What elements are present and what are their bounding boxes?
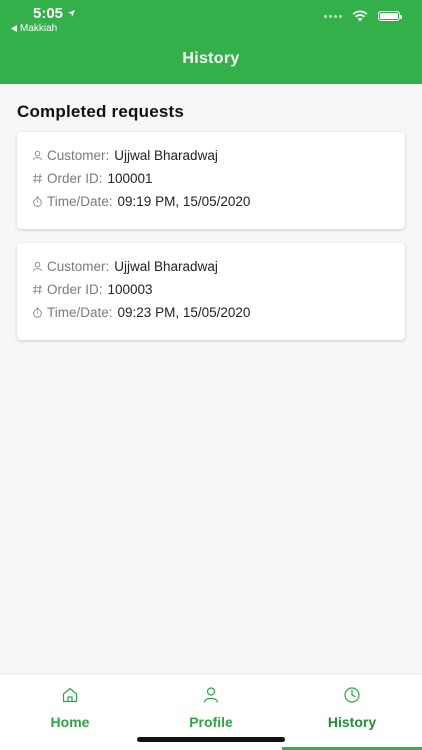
order-id-row: Order ID: 100003: [31, 278, 391, 301]
stopwatch-icon: [31, 196, 43, 208]
time-date-row: Time/Date: 09:23 PM, 15/05/2020: [31, 301, 391, 324]
order-id: 100001: [107, 171, 153, 186]
location-arrow-icon: [67, 9, 76, 18]
person-icon: [31, 261, 43, 273]
battery-icon: [378, 11, 402, 21]
page-title: History: [182, 50, 240, 67]
customer-row: Customer: Ujjwal Bharadwaj: [31, 144, 391, 167]
bottom-tab-bar: Home Profile History: [0, 673, 422, 750]
back-to-app-link[interactable]: Makkiah: [11, 23, 57, 34]
customer-name: Ujjwal Bharadwaj: [114, 259, 218, 274]
app-header: 5:05 Makkiah History: [0, 0, 422, 84]
customer-row: Customer: Ujjwal Bharadwaj: [31, 255, 391, 278]
status-bar: 5:05 Makkiah: [0, 0, 422, 36]
status-time: 5:05: [33, 5, 76, 22]
signal-icon: [324, 14, 342, 18]
tab-history[interactable]: History: [282, 674, 422, 750]
wifi-icon: [352, 10, 368, 22]
hash-icon: [31, 284, 43, 296]
tab-home[interactable]: Home: [0, 674, 140, 750]
person-icon: [203, 687, 219, 703]
order-id: 100003: [107, 282, 153, 297]
customer-name: Ujjwal Bharadwaj: [114, 148, 218, 163]
hash-icon: [31, 173, 43, 185]
time-date: 09:19 PM, 15/05/2020: [117, 194, 251, 209]
home-icon: [62, 687, 78, 703]
time-date-row: Time/Date: 09:19 PM, 15/05/2020: [31, 190, 391, 213]
status-indicators: [324, 10, 402, 22]
clock-icon: [344, 687, 360, 703]
section-title: Completed requests: [17, 102, 185, 121]
stopwatch-icon: [31, 307, 43, 319]
request-card[interactable]: Customer: Ujjwal Bharadwaj Order ID: 100…: [17, 243, 405, 340]
request-card[interactable]: Customer: Ujjwal Bharadwaj Order ID: 100…: [17, 132, 405, 229]
back-triangle-icon: [11, 25, 17, 32]
home-indicator[interactable]: [137, 737, 285, 742]
order-id-row: Order ID: 100001: [31, 167, 391, 190]
time-date: 09:23 PM, 15/05/2020: [117, 305, 251, 320]
request-list: Customer: Ujjwal Bharadwaj Order ID: 100…: [17, 132, 405, 354]
person-icon: [31, 150, 43, 162]
